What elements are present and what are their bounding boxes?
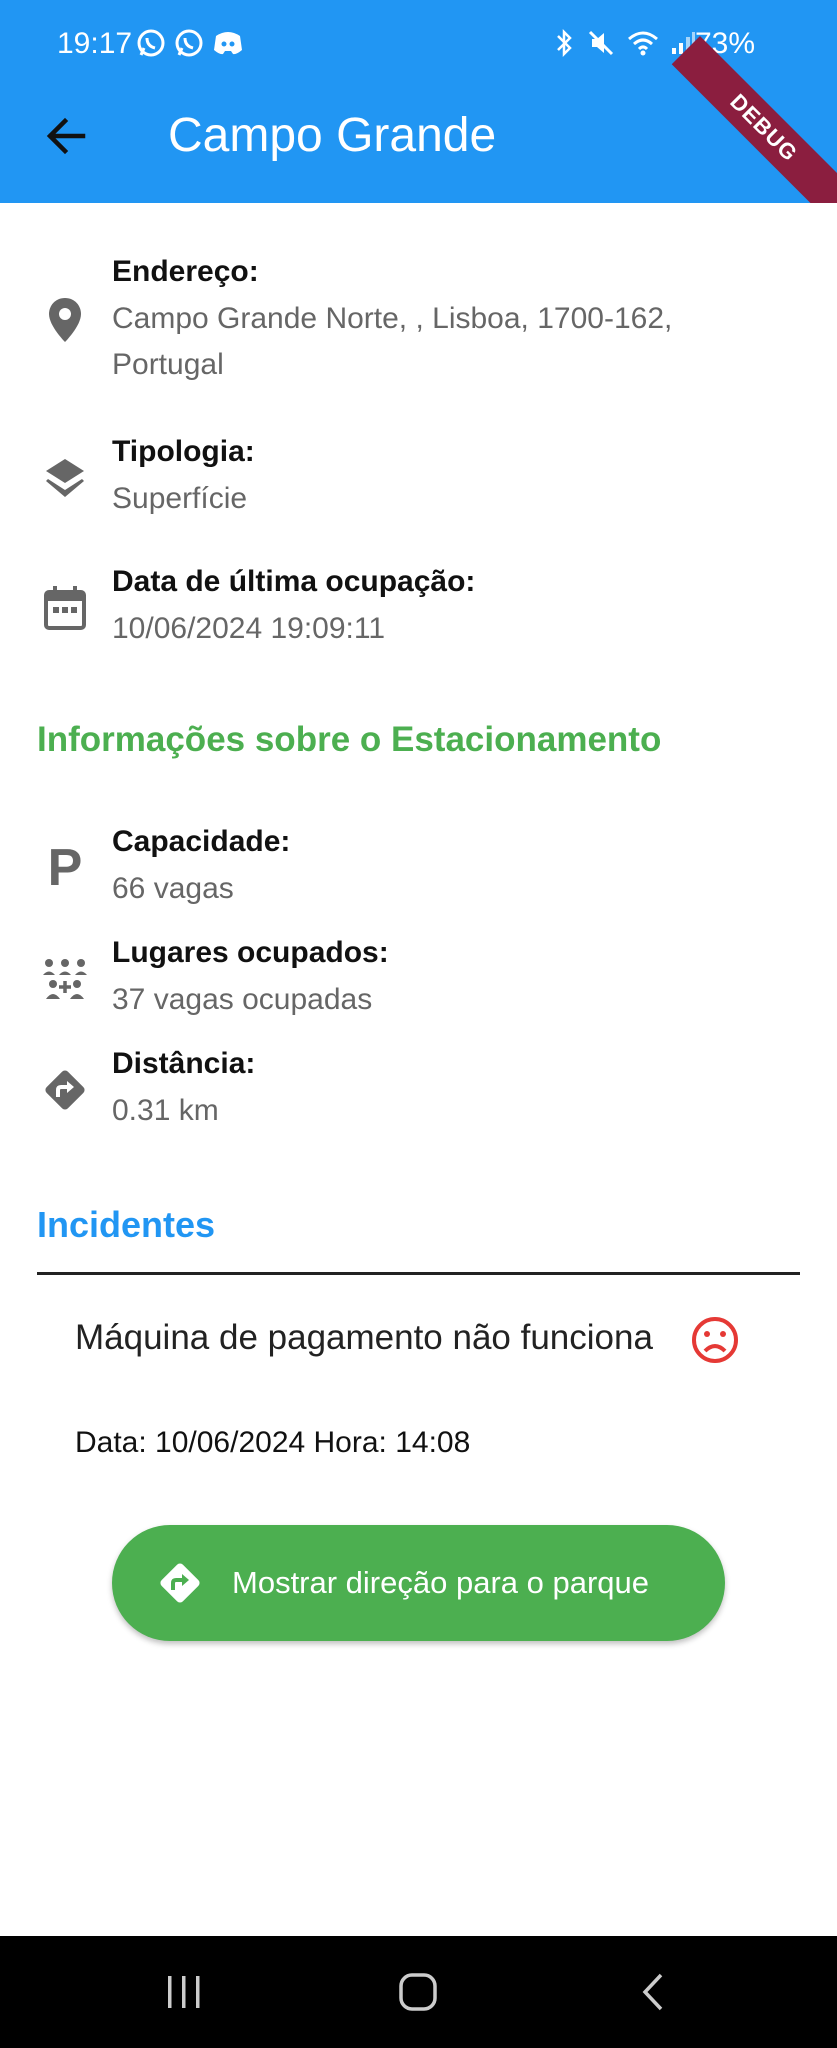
wifi-icon — [628, 31, 658, 56]
address-label: Endereço: — [112, 255, 259, 288]
home-button[interactable] — [388, 1966, 448, 2018]
discord-icon — [214, 32, 242, 55]
mute-icon — [588, 30, 614, 56]
notification-icons — [136, 28, 244, 58]
occupied-value: 37 vagas ocupadas — [112, 983, 373, 1016]
show-directions-button[interactable]: Mostrar direção para o parque — [112, 1525, 725, 1641]
location-pin-icon — [37, 292, 93, 348]
recent-apps-icon — [168, 1976, 200, 2008]
distance-label: Distância: — [112, 1047, 256, 1080]
occupied-label: Lugares ocupados: — [112, 936, 389, 969]
system-icons — [552, 28, 696, 58]
app-bar: 19:17 73% Campo Grande DEBUG — [0, 0, 837, 203]
incident-date-time: Data: 10/06/2024 Hora: 14:08 — [75, 1426, 471, 1459]
back-button[interactable] — [38, 108, 94, 164]
last-occupation-value: 10/06/2024 19:09:11 — [112, 612, 386, 645]
people-group-icon — [37, 951, 93, 1007]
show-directions-label: Mostrar direção para o parque — [232, 1565, 650, 1600]
incident-title: Máquina de pagamento não funciona — [75, 1318, 653, 1357]
type-value: Superfície — [112, 482, 248, 515]
sad-face-icon — [690, 1315, 740, 1365]
incidents-title: Incidentes — [37, 1204, 216, 1245]
bluetooth-icon — [557, 28, 572, 58]
page-title: Campo Grande — [168, 109, 497, 162]
home-icon — [399, 1973, 437, 2011]
parking-info-title: Informações sobre o Estacionamento — [37, 720, 662, 759]
address-value: Campo Grande Norte, , Lisboa, 1700-162, … — [112, 302, 673, 381]
distance-value: 0.31 km — [112, 1094, 219, 1127]
incidents-divider — [37, 1272, 800, 1275]
last-occupation-label: Data de última ocupação: — [112, 565, 476, 598]
recent-apps-button[interactable] — [154, 1966, 214, 2018]
capacity-value: 66 vagas — [112, 872, 234, 905]
arrow-back-icon — [46, 117, 86, 155]
type-label: Tipologia: — [112, 435, 255, 468]
whatsapp-icon — [175, 29, 203, 57]
capacity-label: Capacidade: — [112, 825, 291, 858]
calendar-icon — [37, 580, 93, 636]
directions-icon — [152, 1555, 208, 1611]
whatsapp-icon — [137, 29, 165, 57]
parking-p-icon: P — [47, 839, 83, 897]
status-time: 19:17 — [57, 27, 133, 60]
chevron-left-icon — [642, 1973, 663, 2011]
layers-icon — [37, 450, 93, 506]
system-back-button[interactable] — [624, 1966, 684, 2018]
system-nav-bar — [0, 1936, 837, 2048]
directions-icon — [37, 1062, 93, 1118]
